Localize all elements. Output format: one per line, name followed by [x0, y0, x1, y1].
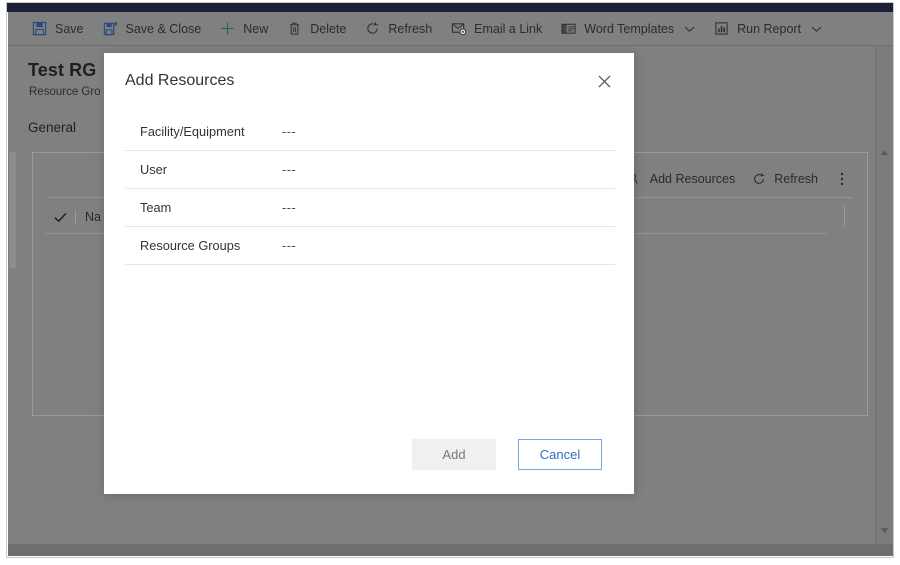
bottom-status-strip: [8, 544, 893, 556]
refresh-icon: [751, 171, 767, 187]
command-delete-label: Delete: [310, 21, 347, 36]
save-icon: [31, 20, 48, 37]
command-bar: Save Save & Close New Delete Refresh Ema…: [8, 12, 893, 46]
dialog-title: Add Resources: [125, 72, 235, 89]
vertical-scrollbar[interactable]: [875, 46, 892, 546]
command-save-label: Save: [55, 21, 84, 36]
page-title: Test RG: [28, 60, 97, 80]
subgrid-toolbar: Add Resources Refresh: [611, 167, 857, 191]
command-word-templates-label: Word Templates: [584, 21, 675, 36]
cancel-button[interactable]: Cancel: [518, 439, 602, 470]
add-button[interactable]: Add: [412, 439, 496, 470]
form-row-team[interactable]: Team ---: [125, 189, 615, 227]
command-delete[interactable]: Delete: [277, 12, 355, 46]
form-row-label: Resource Groups: [140, 238, 241, 253]
subgrid-add-resources-label: Add Resources: [649, 172, 736, 186]
email-link-icon: [450, 20, 467, 37]
refresh-icon: [364, 20, 381, 37]
dialog-header: Add Resources: [104, 53, 634, 113]
subgrid-add-resources-button[interactable]: Add Resources: [627, 171, 735, 187]
tab-strip: General: [28, 114, 119, 140]
page-subtitle: Resource Gro: [29, 86, 101, 98]
form-row-value[interactable]: ---: [282, 162, 296, 177]
dialog-form: Facility/Equipment --- User --- Team ---…: [125, 113, 615, 265]
command-run-report[interactable]: Run Report: [704, 12, 831, 46]
word-template-icon: [560, 20, 577, 37]
dialog-footer: Add Cancel: [104, 424, 634, 494]
form-row-value[interactable]: ---: [282, 238, 296, 253]
close-icon: [598, 75, 611, 91]
horizontal-scroll-sliver[interactable]: [9, 152, 16, 268]
grid-column-name[interactable]: Na: [76, 210, 101, 224]
checkmark-icon[interactable]: [45, 212, 75, 223]
subgrid-refresh-label: Refresh: [774, 172, 818, 186]
command-word-templates[interactable]: Word Templates: [551, 12, 704, 46]
form-row-value[interactable]: ---: [282, 200, 296, 215]
tab-general[interactable]: General: [28, 120, 119, 140]
application-window: Save Save & Close New Delete Refresh Ema…: [6, 2, 894, 558]
overflow-menu-icon: [834, 171, 850, 187]
form-row-user[interactable]: User ---: [125, 151, 615, 189]
add-resources-dialog: Add Resources Facility/Equipment --- Use…: [104, 53, 634, 494]
scroll-down-arrow-icon[interactable]: [876, 522, 893, 539]
form-row-label: User: [140, 162, 168, 177]
report-icon: [713, 20, 730, 37]
form-row-resource-groups[interactable]: Resource Groups ---: [125, 227, 615, 265]
save-close-icon: [102, 20, 119, 37]
command-save-and-close[interactable]: Save & Close: [93, 12, 211, 46]
command-email-a-link[interactable]: Email a Link: [441, 12, 551, 46]
command-new[interactable]: New: [210, 12, 277, 46]
command-email-a-link-label: Email a Link: [474, 21, 543, 36]
grid-column-name-label: Na: [85, 210, 101, 224]
plus-icon: [219, 20, 236, 37]
command-refresh[interactable]: Refresh: [355, 12, 441, 46]
grid-column-resize-handle[interactable]: [844, 205, 845, 227]
command-save-and-close-label: Save & Close: [125, 21, 202, 36]
chevron-down-icon[interactable]: [811, 25, 822, 33]
command-refresh-label: Refresh: [388, 21, 433, 36]
subgrid-overflow-button[interactable]: [834, 171, 857, 187]
form-row-label: Team: [140, 200, 172, 215]
subgrid-refresh-button[interactable]: Refresh: [751, 171, 818, 187]
command-new-label: New: [243, 21, 269, 36]
form-row-value[interactable]: ---: [282, 124, 296, 139]
chevron-down-icon[interactable]: [684, 25, 695, 33]
command-run-report-label: Run Report: [737, 21, 802, 36]
scroll-up-arrow-icon[interactable]: [876, 144, 893, 161]
form-row-facility-equipment[interactable]: Facility/Equipment ---: [125, 113, 615, 151]
close-button[interactable]: [590, 69, 618, 97]
trash-icon: [286, 20, 303, 37]
command-save[interactable]: Save: [22, 12, 93, 46]
form-row-label: Facility/Equipment: [140, 124, 245, 139]
